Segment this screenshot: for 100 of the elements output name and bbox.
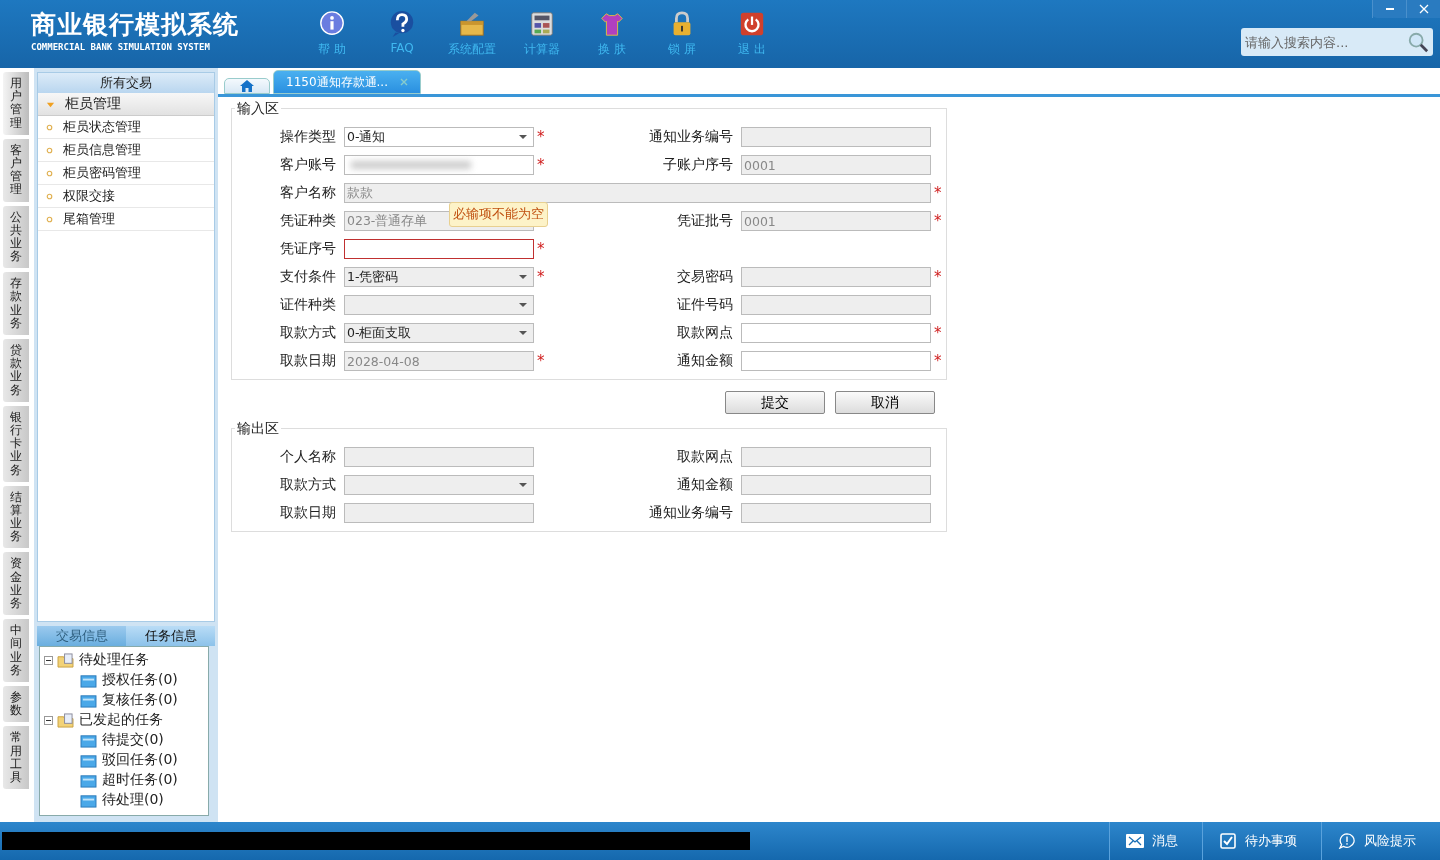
required-mark: * <box>934 352 942 370</box>
status-button[interactable]: 风险提示 <box>1321 822 1440 860</box>
caret-icon <box>519 134 527 140</box>
input-field[interactable] <box>344 155 534 175</box>
field-label: 通知业务编号 <box>648 128 734 146</box>
speech-bubble-icon <box>1338 833 1356 849</box>
panel-tab[interactable]: 交易信息 <box>37 626 126 646</box>
side-tab[interactable]: 公共业务 <box>3 205 29 269</box>
folder-icon <box>80 792 97 808</box>
field-label: 取款方式 <box>279 324 337 342</box>
close-icon[interactable] <box>400 78 408 86</box>
folder-icon <box>80 732 97 748</box>
menu-group[interactable]: 柜员管理 <box>38 93 214 116</box>
menu-item[interactable]: 柜员密码管理 <box>38 162 214 185</box>
checkbox-icon <box>1219 833 1237 849</box>
field-label: 凭证种类 <box>279 212 337 230</box>
field-label: 证件号码 <box>676 296 734 314</box>
power-icon <box>738 10 766 38</box>
side-tab[interactable]: 客户管理 <box>3 138 29 202</box>
required-mark: * <box>934 184 942 202</box>
field-label: 通知业务编号 <box>648 504 734 522</box>
bullet-icon <box>46 146 53 154</box>
caret-icon <box>519 482 527 488</box>
required-mark: * <box>934 324 942 342</box>
folder-icon <box>80 772 97 788</box>
field-label: 客户账号 <box>279 156 337 174</box>
section-title: 输出区 <box>235 420 281 438</box>
field-label: 取款日期 <box>279 504 337 522</box>
bullet-icon <box>46 192 53 200</box>
error-tooltip: 必输项不能为空 <box>449 202 548 227</box>
required-mark: * <box>537 128 545 146</box>
submit-button[interactable]: 提交 <box>725 391 825 414</box>
side-tab[interactable]: 用户管理 <box>3 72 29 135</box>
envelope-icon <box>1126 833 1144 849</box>
home-icon <box>239 79 255 93</box>
tree-node[interactable]: 待处理(0) <box>40 790 208 810</box>
required-mark: * <box>934 268 942 286</box>
cancel-button[interactable]: 取消 <box>835 391 935 414</box>
tree-node[interactable]: 待提交(0) <box>40 730 208 750</box>
toolbox-icon <box>458 10 486 38</box>
side-tab[interactable]: 常用工具 <box>3 726 29 790</box>
home-tab[interactable] <box>224 78 270 94</box>
field-label: 支付条件 <box>279 268 337 286</box>
collapse-icon <box>44 715 53 725</box>
input-field[interactable] <box>741 323 931 343</box>
app-subtitle: COMMERCIAL BANK SIMULATION SYSTEM <box>31 42 211 52</box>
help-icon <box>388 10 416 38</box>
tree-node[interactable]: 驳回任务(0) <box>40 750 208 770</box>
search-field[interactable]: 请输入搜索内容... <box>1241 28 1433 56</box>
caret-icon <box>519 302 527 308</box>
field-label: 通知金额 <box>676 476 734 494</box>
side-tab[interactable]: 银行卡业务 <box>3 405 29 482</box>
section-title: 输入区 <box>235 100 281 118</box>
collapse-icon <box>44 655 53 665</box>
input-field[interactable] <box>741 351 931 371</box>
folder-icon <box>80 672 97 688</box>
bullet-icon <box>46 123 53 131</box>
side-tab[interactable]: 贷款业务 <box>3 339 29 402</box>
panel-tab[interactable]: 任务信息 <box>126 626 215 646</box>
field-label: 取款日期 <box>279 352 337 370</box>
side-tab[interactable]: 存款业务 <box>3 272 29 335</box>
required-mark: * <box>537 268 545 286</box>
tree-node[interactable]: 复核任务(0) <box>40 690 208 710</box>
field-label: 取款方式 <box>279 476 337 494</box>
menu-item[interactable]: 尾箱管理 <box>38 208 214 231</box>
field-label: 个人名称 <box>279 448 337 466</box>
field-label: 取款网点 <box>676 448 734 466</box>
field-label: 子账户序号 <box>662 156 734 174</box>
calculator-icon <box>528 10 556 38</box>
status-button[interactable]: 待办事项 <box>1202 822 1321 860</box>
menu-item[interactable]: 柜员状态管理 <box>38 116 214 139</box>
dropdown[interactable]: 0-通知 <box>344 127 534 147</box>
shirt-icon <box>598 10 626 38</box>
caret-icon <box>519 274 527 280</box>
field-label: 交易密码 <box>676 268 734 286</box>
side-tab[interactable]: 中间业务 <box>3 619 29 682</box>
required-mark: * <box>934 212 942 230</box>
tree-node[interactable]: 授权任务(0) <box>40 670 208 690</box>
field-label: 通知金额 <box>676 352 734 370</box>
tree-node[interactable]: 已发起的任务 <box>40 710 208 730</box>
field-label: 凭证序号 <box>279 240 337 258</box>
tree-node[interactable]: 待处理任务 <box>40 650 208 670</box>
side-tab[interactable]: 参数 <box>3 685 29 723</box>
menu-item[interactable]: 权限交接 <box>38 185 214 208</box>
field-label: 证件种类 <box>279 296 337 314</box>
side-tab[interactable]: 结算业务 <box>3 485 29 549</box>
field-label: 取款网点 <box>676 324 734 342</box>
minimize-icon <box>1385 8 1394 10</box>
close-icon <box>1418 4 1429 14</box>
tree-node[interactable]: 超时任务(0) <box>40 770 208 790</box>
required-mark: * <box>537 240 545 258</box>
field-label: 客户名称 <box>279 184 337 202</box>
folder-icon <box>57 652 74 668</box>
menu-item[interactable]: 柜员信息管理 <box>38 139 214 162</box>
folder-icon <box>80 692 97 708</box>
search-icon <box>1407 31 1429 53</box>
app-title: 商业银行模拟系统 <box>31 10 240 40</box>
status-button[interactable]: 消息 <box>1109 822 1202 860</box>
folder-icon <box>57 712 74 728</box>
side-tab[interactable]: 资金业务 <box>3 552 29 616</box>
